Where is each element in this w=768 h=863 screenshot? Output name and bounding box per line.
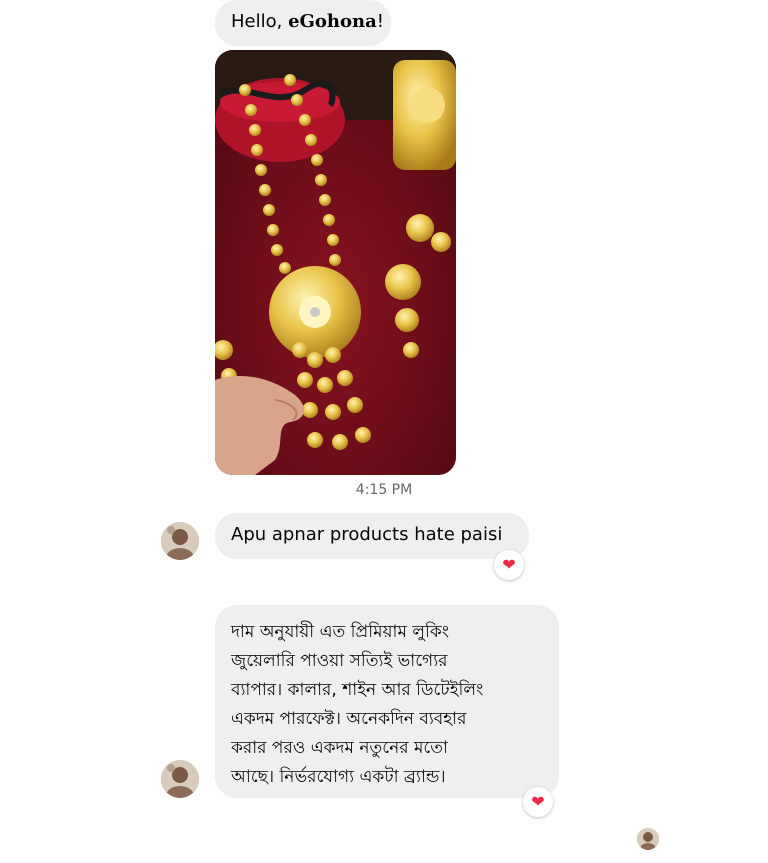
avatar-icon[interactable] [161, 522, 199, 560]
message-line: আছে। নির্ভরযোগ্য একটা ব্র্যান্ড। [231, 767, 446, 787]
greeting-suffix: ! [376, 11, 384, 32]
avatar-icon[interactable] [161, 760, 199, 798]
message-timestamp: 4:15 PM [355, 482, 413, 498]
message-bubble-greeting[interactable]: Hello, eGohona! [215, 0, 391, 46]
seen-avatar-icon [637, 828, 659, 850]
greeting-prefix: Hello, [231, 11, 289, 32]
avatar-icon-graphic [161, 522, 199, 560]
message-line: একদম পারফেক্ট। অনেকদিন ব্যবহার [231, 709, 467, 729]
message-line: ব্যাপার। কালার, শাইন আর ডিটেইলিং [231, 680, 484, 700]
gold-jewelry-photo-icon [215, 50, 456, 475]
avatar-icon-graphic [161, 760, 199, 798]
brand-name: eGohona [288, 11, 377, 32]
message-bubble-received-2[interactable]: দাম অনুযায়ী এত প্রিমিয়াম লুকিং জুয়েলা… [215, 605, 559, 798]
message-bubble-received-1[interactable]: Apu apnar products hate paisi [215, 513, 529, 559]
heart-reaction-icon[interactable]: ❤ [523, 787, 553, 817]
seen-avatar-graphic [637, 828, 659, 850]
message-line: জুয়েলারি পাওয়া সত্যিই ভাগ্যের [231, 651, 448, 671]
heart-reaction-icon[interactable]: ❤ [494, 550, 524, 580]
jewelry-photo-attachment[interactable] [215, 50, 456, 475]
message-line: করার পরও একদম নতুনের মতো [231, 738, 448, 758]
message-line: দাম অনুযায়ী এত প্রিমিয়াম লুকিং [231, 622, 450, 642]
